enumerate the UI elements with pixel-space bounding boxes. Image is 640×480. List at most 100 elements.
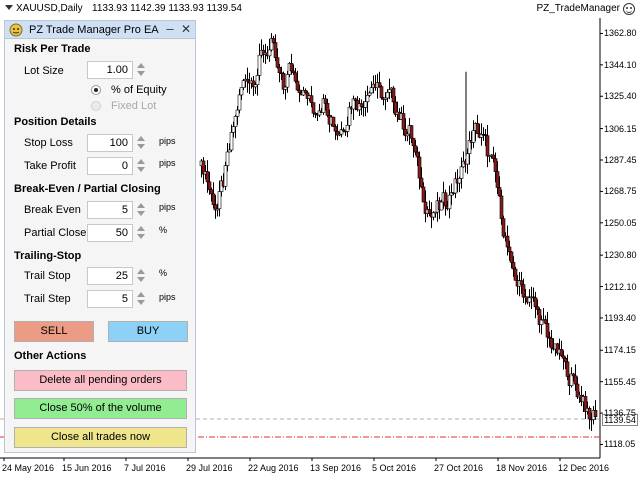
candle-body (519, 280, 524, 285)
candle-body (421, 186, 426, 203)
y-tick-label: 1118.05 (604, 439, 636, 450)
section-other: Other Actions (14, 350, 87, 362)
break-even-unit: pips (159, 202, 176, 212)
candle-body (561, 355, 566, 359)
trail-step-label: Trail Step (24, 293, 71, 305)
trail-stop-label: Trail Stop (24, 270, 71, 282)
x-tick-label: 7 Jul 2016 (124, 463, 166, 473)
minimize-icon[interactable]: – (163, 22, 177, 36)
candle-body (457, 178, 462, 184)
candle-body (273, 42, 278, 58)
y-tick-label: 1344.10 (604, 59, 637, 70)
candle-body (501, 218, 506, 237)
candle-body (559, 348, 564, 357)
candle-body (379, 86, 384, 99)
stop-loss-spinner[interactable] (136, 134, 146, 152)
stop-loss-unit: pips (159, 136, 176, 146)
y-tick-label: 1136.75 (604, 408, 636, 419)
candle-body (411, 137, 416, 147)
candle-body (283, 86, 288, 90)
break-even-spinner[interactable] (136, 201, 146, 219)
candle-body (409, 125, 414, 139)
candle-body (325, 103, 330, 116)
candle-body (311, 102, 316, 114)
candle-body (587, 408, 592, 420)
candle-body (209, 189, 214, 195)
candle-body (217, 191, 222, 210)
partial-close-spinner[interactable] (136, 224, 146, 242)
candle-body (459, 166, 464, 179)
candle-body (443, 192, 448, 207)
close-icon[interactable]: ✕ (179, 22, 193, 36)
x-tick-label: 22 Aug 2016 (248, 463, 299, 473)
candle-body (309, 95, 314, 103)
y-tick-label: 1268.75 (604, 186, 637, 197)
candle-body (507, 246, 512, 253)
candle-body (471, 130, 476, 143)
candle-body (255, 75, 260, 85)
candle-body (323, 98, 328, 104)
candle-body (413, 145, 418, 153)
candle-body (475, 123, 480, 134)
candle-body (345, 124, 350, 132)
lot-size-input[interactable]: 1.00 (87, 61, 133, 79)
candle-body (275, 57, 280, 68)
candle-body (509, 251, 514, 263)
candle-body (271, 38, 276, 43)
candle-body (205, 171, 210, 183)
candle-body (207, 181, 212, 190)
x-tick-label: 18 Nov 2016 (496, 463, 548, 473)
fixed-lot-radio[interactable] (91, 101, 101, 111)
sell-button[interactable]: SELL (14, 321, 94, 342)
panel-title-bar[interactable]: PZ Trade Manager Pro EA – ✕ (5, 21, 195, 39)
section-position: Position Details (14, 116, 97, 128)
chevron-down-icon[interactable] (5, 5, 13, 10)
section-risk: Risk Per Trade (14, 43, 91, 55)
candle-body (239, 87, 244, 96)
take-profit-input[interactable]: 0 (87, 157, 133, 175)
buy-button[interactable]: BUY (108, 321, 188, 342)
x-tick-label: 12 Dec 2016 (558, 463, 610, 473)
candle-body (419, 177, 424, 188)
candle-body (235, 109, 240, 117)
break-even-label: Break Even (24, 204, 81, 216)
x-tick-label: 15 Jun 2016 (62, 463, 112, 473)
trail-stop-input[interactable]: 25 (87, 267, 133, 285)
candle-body (277, 66, 282, 74)
ea-name-label: PZ_TradeManager (536, 3, 620, 14)
x-tick-label: 13 Sep 2016 (310, 463, 362, 473)
trail-stop-spinner[interactable] (136, 267, 146, 285)
candle-body (229, 132, 234, 151)
equity-radio-label: % of Equity (111, 84, 167, 96)
candle-body (549, 337, 554, 349)
close-all-button[interactable]: Close all trades now (14, 427, 187, 448)
candle-body (295, 80, 300, 91)
trail-step-spinner[interactable] (136, 290, 146, 308)
delete-pending-button[interactable]: Delete all pending orders (14, 370, 187, 391)
stop-loss-input[interactable]: 100 (87, 134, 133, 152)
candle-body (289, 63, 294, 72)
candle-body (257, 54, 262, 76)
lot-size-spinner[interactable] (136, 61, 146, 79)
partial-close-input[interactable]: 50 (87, 224, 133, 242)
candle-body (225, 151, 230, 166)
take-profit-spinner[interactable] (136, 157, 146, 175)
candle-body (593, 410, 598, 418)
candle-body (545, 322, 550, 338)
candle-body (387, 89, 392, 93)
equity-radio[interactable] (91, 85, 101, 95)
break-even-input[interactable]: 5 (87, 201, 133, 219)
candle-body (521, 284, 526, 298)
candle-body (485, 135, 490, 157)
take-profit-label: Take Profit (24, 160, 76, 172)
candle-body (233, 116, 238, 127)
close-half-button[interactable]: Close 50% of the volume (14, 398, 187, 419)
candle-body (331, 116, 336, 127)
trail-step-input[interactable]: 5 (87, 290, 133, 308)
smiley-icon[interactable] (623, 3, 635, 15)
candle-body (253, 84, 258, 88)
candle-body (367, 92, 372, 96)
candle-body (447, 194, 452, 210)
x-tick-label: 5 Oct 2016 (372, 463, 417, 473)
y-tick-label: 1362.80 (604, 28, 637, 39)
